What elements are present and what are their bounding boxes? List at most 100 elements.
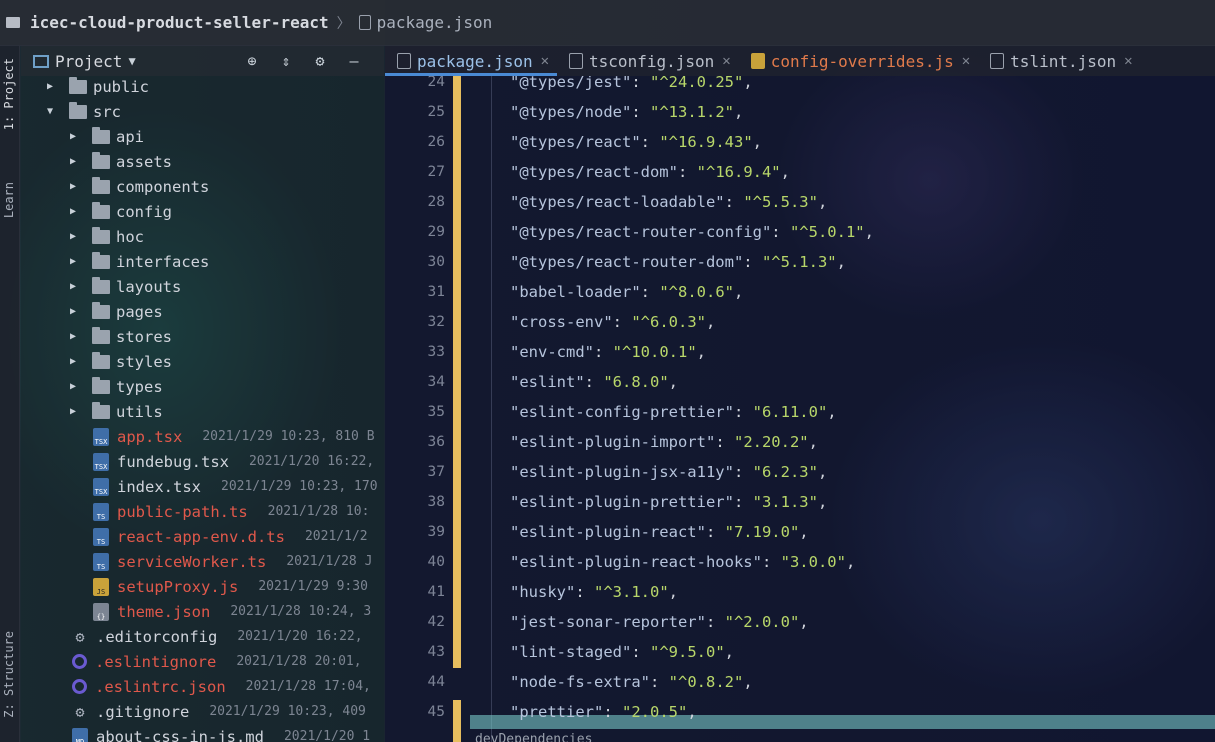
close-icon[interactable]: ✕: [962, 53, 970, 69]
json-key: "@types/react-loadable": [510, 193, 725, 211]
json-value: "6.11.0": [752, 403, 828, 421]
close-icon[interactable]: ✕: [1124, 53, 1132, 69]
chevron-right-icon[interactable]: ▶: [70, 256, 80, 267]
chevron-right-icon[interactable]: ▶: [70, 231, 80, 242]
chevron-right-icon[interactable]: ▶: [70, 281, 80, 292]
tree-file[interactable]: ⚙ .gitignore 2021/1/29 10:23, 409: [72, 699, 366, 724]
tree-file[interactable]: .eslintrc.json 2021/1/28 17:04,: [72, 674, 371, 699]
tree-file[interactable]: TS public-path.ts 2021/1/28 10:: [93, 499, 369, 524]
file-meta: 2021/1/28 17:04,: [245, 679, 371, 694]
folder-icon: [6, 17, 20, 28]
json-key: "prettier": [510, 703, 604, 721]
code-editor[interactable]: devDependencies 24 "@types/jest": "^24.0.…: [385, 76, 1215, 742]
tree-item-label: react-app-env.d.ts: [117, 527, 285, 546]
chevron-right-icon[interactable]: ▶: [70, 356, 80, 367]
gear-icon[interactable]: ⚙: [311, 52, 329, 70]
tab-package-json[interactable]: package.json ✕: [385, 46, 558, 76]
tab-config-overrides-js[interactable]: config-overrides.js ✕: [739, 46, 978, 76]
tree-folder[interactable]: ▶ interfaces: [70, 249, 209, 274]
tree-folder[interactable]: ▶ config: [70, 199, 172, 224]
chevron-right-icon[interactable]: ▶: [70, 131, 80, 142]
close-icon[interactable]: ✕: [541, 53, 549, 69]
tree-folder[interactable]: ▶ pages: [70, 299, 163, 324]
tool-tab-learn[interactable]: Learn: [2, 182, 16, 218]
code-line: "jest-sonar-reporter": "^2.0.0",: [510, 613, 809, 631]
chevron-down-icon[interactable]: ▼: [47, 106, 57, 117]
folder-icon: [92, 401, 110, 419]
json-key: "eslint-plugin-prettier": [510, 493, 734, 511]
chevron-right-icon[interactable]: ▶: [70, 156, 80, 167]
code-line: "@types/react-router-dom": "^5.1.3",: [510, 253, 846, 271]
project-panel-title[interactable]: Project: [55, 52, 122, 71]
tree-folder[interactable]: ▶ utils: [70, 399, 163, 424]
tree-folder[interactable]: ▶ styles: [70, 349, 172, 374]
file-meta: 2021/1/29 10:23, 409: [209, 704, 366, 719]
tree-item-label: config: [116, 202, 172, 221]
tool-tab-project[interactable]: 1: Project: [2, 58, 16, 130]
chevron-right-icon[interactable]: ▶: [70, 381, 80, 392]
json-key: "node-fs-extra": [510, 673, 650, 691]
tree-folder[interactable]: ▶ stores: [70, 324, 172, 349]
tree-folder[interactable]: ▶ assets: [70, 149, 172, 174]
folder-icon: [92, 301, 110, 319]
tool-tab-structure[interactable]: Z: Structure: [2, 631, 16, 718]
close-icon[interactable]: ✕: [722, 53, 730, 69]
tree-folder[interactable]: ▶ public: [47, 74, 149, 99]
panel-header-toolbar: ⊕ ⇕ ⚙ —: [243, 52, 363, 70]
line-number: 33: [427, 344, 445, 360]
line-number: 36: [427, 434, 445, 450]
tree-folder[interactable]: ▼ src: [47, 99, 121, 124]
code-line: "eslint": "6.8.0",: [510, 373, 678, 391]
tree-file[interactable]: MD about-css-in-js.md 2021/1/20 1: [72, 724, 370, 742]
tree-file[interactable]: TSX app.tsx 2021/1/29 10:23, 810 B: [93, 424, 375, 449]
tree-file[interactable]: JS setupProxy.js 2021/1/29 9:30: [93, 574, 368, 599]
tree-folder[interactable]: ▶ hoc: [70, 224, 144, 249]
breadcrumb-project[interactable]: icec-cloud-product-seller-react: [30, 13, 329, 32]
locate-icon[interactable]: ⊕: [243, 52, 261, 70]
json-file-icon: [397, 53, 411, 69]
chevron-right-icon[interactable]: ▶: [70, 206, 80, 217]
folder-icon: [92, 251, 110, 269]
minimize-icon[interactable]: —: [345, 52, 363, 70]
tree-file[interactable]: TS react-app-env.d.ts 2021/1/2: [93, 524, 368, 549]
navigation-bar: icec-cloud-product-seller-react 〉 packag…: [0, 0, 1215, 46]
tab-tslint-json[interactable]: tslint.json ✕: [978, 46, 1140, 76]
project-panel: Project ▼ ⊕ ⇕ ⚙ — ▶ public ▼ src ▶ api ▶ assets…: [21, 46, 384, 742]
json-key: "env-cmd": [510, 343, 594, 361]
json-value: "6.2.3": [752, 463, 818, 481]
tree-file[interactable]: .eslintignore 2021/1/28 20:01,: [72, 649, 362, 674]
tree-folder[interactable]: ▶ layouts: [70, 274, 181, 299]
json-value: "^24.0.25": [650, 76, 744, 91]
tree-folder[interactable]: ▶ api: [70, 124, 144, 149]
tree-file[interactable]: TSX fundebug.tsx 2021/1/20 16:22,: [93, 449, 374, 474]
collapse-all-icon[interactable]: ⇕: [277, 52, 295, 70]
folder-icon: [92, 326, 110, 344]
ts-file-icon: TS: [93, 502, 109, 521]
tree-file[interactable]: TSX index.tsx 2021/1/29 10:23, 170: [93, 474, 378, 499]
chevron-right-icon[interactable]: ▶: [70, 306, 80, 317]
tree-folder[interactable]: ▶ types: [70, 374, 163, 399]
tree-item-label: setupProxy.js: [117, 577, 239, 596]
chevron-right-icon[interactable]: ▶: [47, 81, 57, 92]
json-value: "^10.0.1": [612, 343, 697, 361]
breadcrumb-file[interactable]: package.json: [377, 13, 493, 32]
editor-breadcrumb[interactable]: devDependencies: [475, 732, 592, 742]
tree-file[interactable]: {} theme.json 2021/1/28 10:24, 3: [93, 599, 371, 624]
dropdown-icon[interactable]: ▼: [128, 54, 135, 68]
line-number: 39: [427, 524, 445, 540]
tree-file[interactable]: ⚙ .editorconfig 2021/1/20 16:22,: [72, 624, 362, 649]
js-file-icon: [750, 53, 765, 69]
js-file-icon: JS: [93, 577, 109, 596]
tree-item-label: styles: [116, 352, 172, 371]
tree-file[interactable]: TS serviceWorker.ts 2021/1/28 J: [93, 549, 372, 574]
chevron-right-icon[interactable]: ▶: [70, 181, 80, 192]
folder-icon: [92, 151, 110, 169]
line-number: 32: [427, 314, 445, 330]
tree-folder[interactable]: ▶ components: [70, 174, 209, 199]
tab-tsconfig-json[interactable]: tsconfig.json ✕: [557, 46, 739, 76]
ts-file-icon: TS: [93, 527, 109, 546]
chevron-right-icon[interactable]: ▶: [70, 406, 80, 417]
json-value: "^9.5.0": [650, 643, 725, 661]
file-meta: 2021/1/28 J: [286, 554, 373, 569]
chevron-right-icon[interactable]: ▶: [70, 331, 80, 342]
